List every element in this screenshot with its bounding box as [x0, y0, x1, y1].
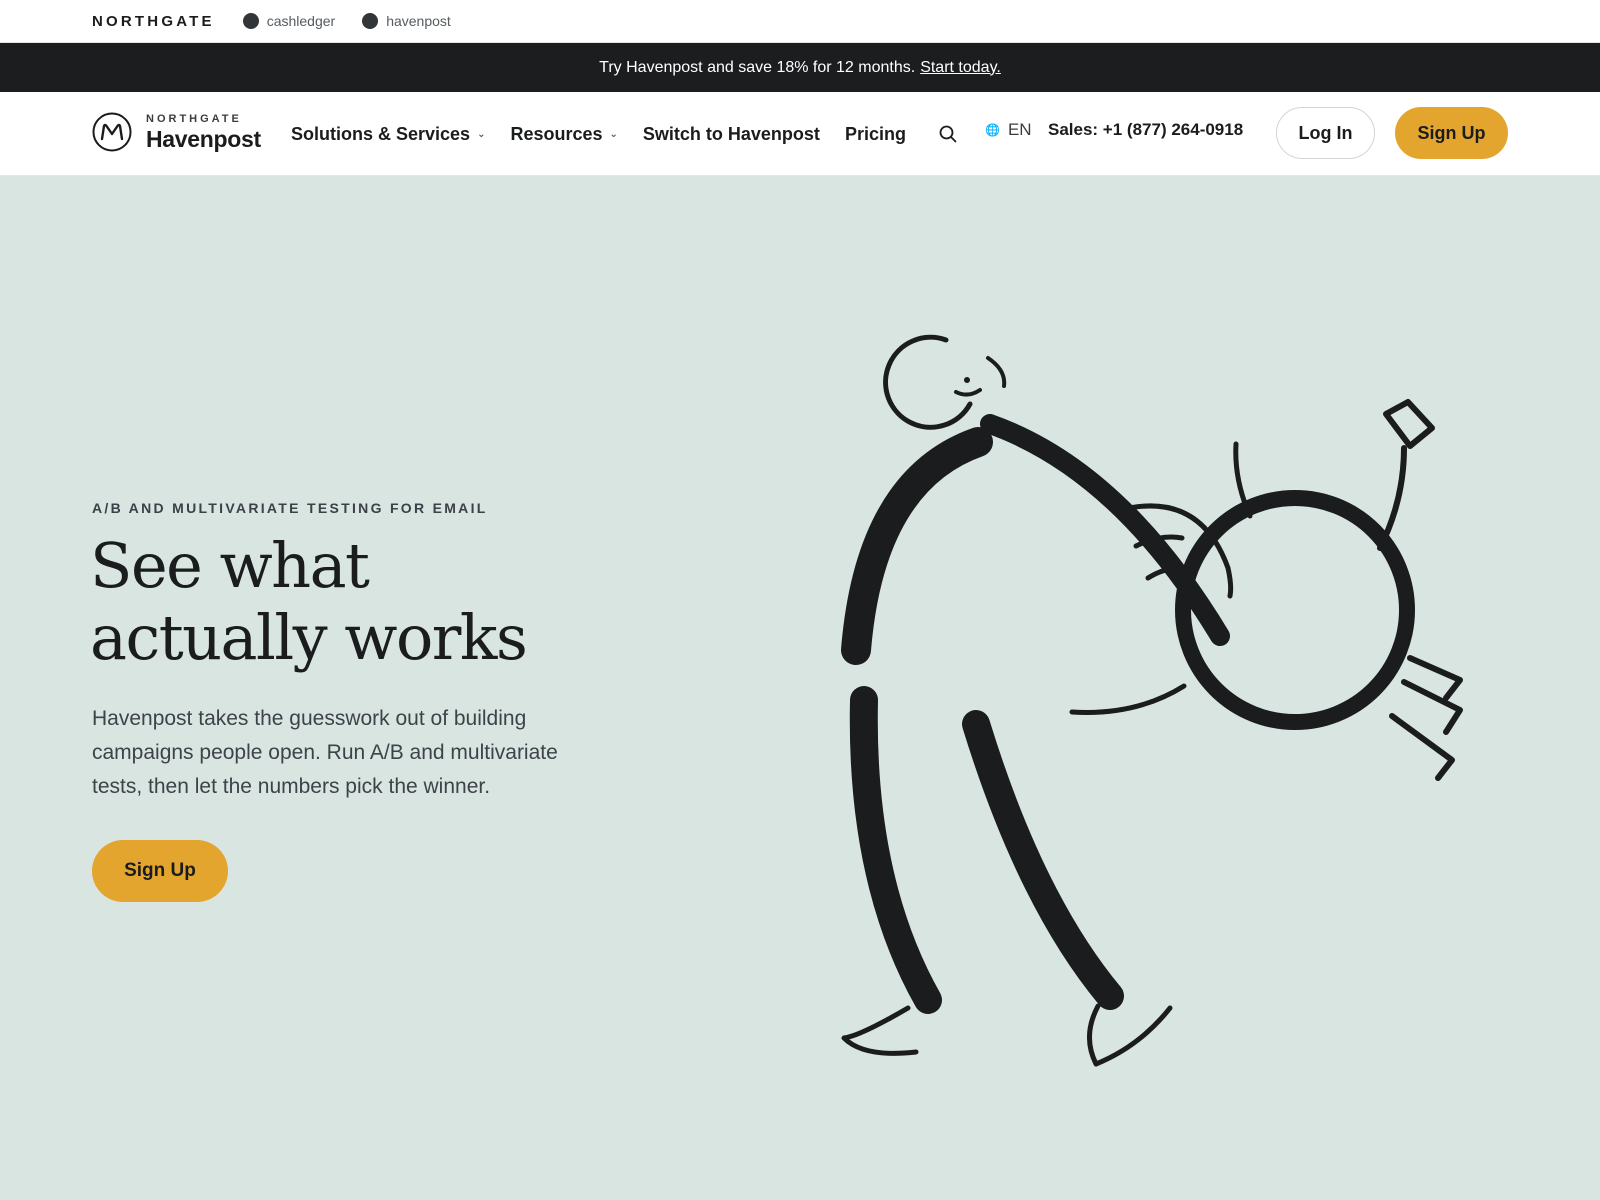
subbrand-link-cashledger[interactable]: cashledger — [242, 13, 336, 29]
globe-icon: 🌐 — [985, 123, 1000, 137]
signup-button-hero[interactable]: Sign Up — [92, 840, 228, 902]
search-icon[interactable] — [937, 123, 959, 145]
subbrand-label: havenpost — [386, 13, 451, 29]
headline-line-1: See what — [90, 529, 370, 602]
language-selector[interactable]: 🌐 EN — [985, 120, 1032, 140]
sales-phone-link[interactable]: Sales: +1 (877) 264-0918 — [1048, 120, 1243, 140]
hero-eyebrow: A/B AND MULTIVARIATE TESTING FOR EMAIL — [92, 500, 488, 516]
promo-link[interactable]: Start today. — [920, 59, 1001, 77]
cashledger-logo-icon — [242, 13, 259, 29]
main-nav: NORTHGATE Havenpost Solutions & Services… — [0, 92, 1600, 176]
logo-product-text: Havenpost — [146, 125, 261, 152]
promo-text: Try Havenpost and save 18% for 12 months… — [599, 58, 916, 76]
nav-item-label: Switch to Havenpost — [642, 123, 820, 144]
subbrand-link-havenpost[interactable]: havenpost — [362, 13, 451, 29]
signup-button-nav[interactable]: Sign Up — [1395, 107, 1508, 159]
language-label: EN — [1007, 120, 1032, 139]
brand-bar: NORTHGATE cashledger havenpost — [0, 0, 1600, 43]
nav-item-resources[interactable]: Resources ⌄ — [510, 124, 617, 145]
headline-line-2: actually works — [90, 601, 528, 674]
hero-lead: Havenpost takes the guesswork out of bui… — [92, 707, 558, 798]
subbrand-label: cashledger — [266, 13, 336, 29]
chevron-down-icon: ⌄ — [477, 128, 486, 140]
nav-item-label: Resources — [510, 123, 603, 144]
nav-menu: Solutions & Services ⌄ Resources ⌄ Switc… — [291, 92, 931, 176]
logo-parent-text: NORTHGATE — [146, 112, 242, 125]
havenpost-logo-icon — [362, 13, 379, 29]
nav-item-pricing[interactable]: Pricing — [845, 124, 906, 145]
hero-headline: See what actually works — [90, 529, 528, 674]
nav-item-switch[interactable]: Switch to Havenpost — [643, 124, 820, 145]
parent-brand[interactable]: NORTHGATE — [92, 13, 215, 30]
chevron-down-icon: ⌄ — [609, 128, 618, 140]
login-button[interactable]: Log In — [1276, 107, 1375, 159]
site-logo[interactable]: NORTHGATE Havenpost — [92, 112, 261, 152]
nav-item-label: Solutions & Services — [291, 123, 471, 144]
promo-banner: Try Havenpost and save 18% for 12 months… — [0, 43, 1600, 92]
hero-illustration — [841, 334, 1463, 1067]
nav-item-solutions[interactable]: Solutions & Services ⌄ — [291, 124, 485, 145]
havenpost-logo-icon — [92, 112, 132, 152]
nav-item-label: Pricing — [844, 123, 906, 144]
